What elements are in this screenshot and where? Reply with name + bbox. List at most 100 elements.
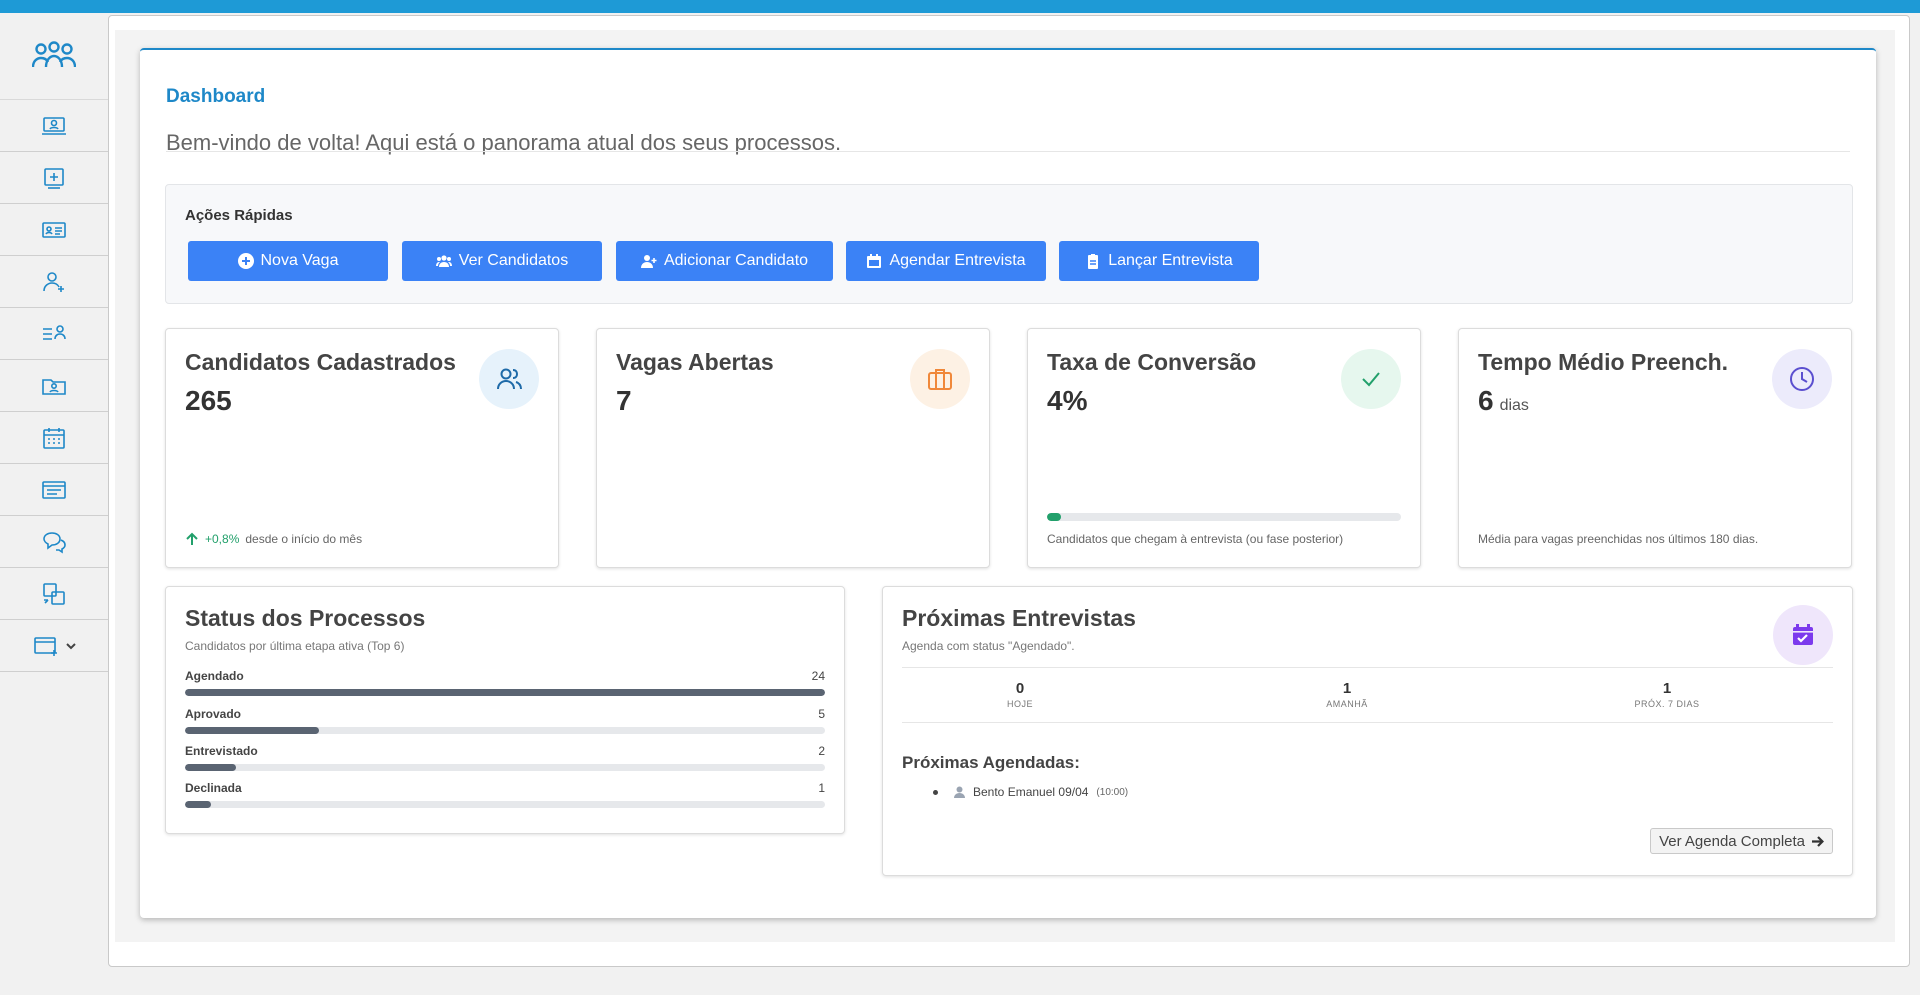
new-job-label: Nova Vaga [260, 252, 339, 269]
stat-card-avg-time: Tempo Médio Preench. 6 dias Média para va… [1458, 328, 1852, 568]
stat-icon-wrap [1341, 349, 1401, 409]
status-row-label: Agendado [185, 669, 244, 683]
view-candidates-label: Ver Candidatos [458, 252, 569, 269]
status-row-bar-fill [185, 801, 211, 808]
interview-name: Bento Emanuel 09/04 [973, 785, 1089, 799]
conversion-progress-fill [1047, 513, 1062, 521]
view-full-agenda-button[interactable]: Ver Agenda Completa [1650, 828, 1833, 854]
add-window-icon [44, 167, 64, 189]
launch-interview-button[interactable]: Lançar Entrevista [1059, 241, 1259, 281]
stat-foot-text: Candidatos que chegam à entrevista (ou f… [1047, 532, 1344, 546]
stat-value: 265 [185, 385, 232, 416]
user-add-icon [43, 271, 64, 292]
stat-title: Candidatos Cadastrados [185, 349, 456, 375]
status-row-value: 2 [818, 744, 825, 758]
calendar-icon [43, 427, 65, 449]
interviews-title: Próximas Entrevistas [902, 605, 1136, 631]
next-scheduled-title: Próximas Agendadas: [902, 753, 1080, 772]
schedule-interview-button[interactable]: Agendar Entrevista [846, 241, 1046, 281]
stat-title: Tempo Médio Preench. [1478, 349, 1729, 375]
interviews-subtitle: Agenda com status "Agendado". [902, 639, 1075, 653]
sidebar-item-laptop-user[interactable] [0, 100, 108, 152]
interview-counts: 0 HOJE 1 AMANHÃ 1 PRÓX. 7 DIAS [902, 667, 1833, 723]
stat-footer: Candidatos que chegam à entrevista (ou f… [1047, 532, 1343, 546]
sidebar-item-add-window[interactable] [0, 152, 108, 204]
sidebar-item-user-add[interactable] [0, 256, 108, 308]
schedule-interview-label: Agendar Entrevista [889, 252, 1026, 269]
users-icon [497, 368, 522, 390]
card-add-icon [34, 636, 57, 656]
interviews-icon-wrap [1773, 605, 1833, 665]
stat-card-open-jobs: Vagas Abertas 7 [596, 328, 990, 568]
divider [166, 151, 1850, 152]
sidebar-item-document-list[interactable] [0, 464, 108, 516]
stat-icon-wrap [479, 349, 539, 409]
status-row: Aprovado 5 [185, 707, 825, 734]
sidebar-item-id-card[interactable] [0, 204, 108, 256]
stat-icon-wrap [910, 349, 970, 409]
document-list-icon [42, 480, 66, 499]
upcoming-interviews-card: Próximas Entrevistas Agenda com status "… [882, 586, 1853, 876]
status-subtitle: Candidatos por última etapa ativa (Top 6… [185, 639, 405, 653]
dashboard-card: Dashboard Bem-vindo de volta! Aqui está … [140, 48, 1876, 918]
view-candidates-button[interactable]: Ver Candidatos [402, 241, 602, 281]
user-list-icon [43, 324, 66, 340]
list-item[interactable]: Bento Emanuel 09/04 (10:00) [933, 785, 1128, 799]
add-candidate-label: Adicionar Candidato [663, 252, 809, 269]
status-row-label: Entrevistado [185, 744, 258, 758]
status-row-value: 1 [818, 781, 825, 795]
laptop-user-icon [42, 116, 66, 135]
stat-change: +0,8% [205, 532, 240, 546]
new-job-button[interactable]: Nova Vaga [188, 241, 388, 281]
status-row-bar [185, 727, 825, 734]
clock-icon [1790, 367, 1814, 391]
count-tomorrow: 1 AMANHÃ [1287, 680, 1407, 709]
status-row-bar-fill [185, 689, 825, 696]
swap-icon [43, 582, 65, 605]
status-row: Agendado 24 [185, 669, 825, 696]
status-row-value: 24 [811, 669, 825, 683]
clipboard-icon [1088, 254, 1099, 269]
bullet [933, 789, 938, 795]
user-plus-icon [640, 255, 657, 268]
sidebar-item-user-list[interactable] [0, 308, 108, 360]
top-accent-bar [0, 0, 1920, 13]
briefcase-icon [928, 369, 952, 390]
status-row-bar-fill [185, 764, 237, 771]
status-row-bar [185, 801, 825, 808]
interview-time: (10:00) [1096, 786, 1129, 798]
stat-card-conversion: Taxa de Conversão 4% Candidatos que cheg… [1027, 328, 1421, 568]
status-row-bar-fill [185, 727, 320, 734]
users-group-icon [32, 41, 76, 68]
view-full-agenda-label: Ver Agenda Completa [1659, 832, 1805, 850]
count-label: AMANHÃ [1326, 699, 1368, 709]
stat-value-wrap: 6 dias [1478, 385, 1529, 417]
sidebar-item-card-add[interactable] [0, 620, 108, 672]
count-value: 0 [1015, 680, 1025, 697]
stat-value: 6 [1478, 385, 1494, 416]
folder-user-icon [42, 378, 66, 395]
status-title: Status dos Processos [185, 605, 426, 631]
count-label: PRÓX. 7 DIAS [1634, 699, 1700, 709]
users-icon [435, 255, 452, 267]
welcome-text: Bem-vindo de volta! Aqui está o panorama… [166, 130, 842, 155]
calendar-icon [867, 254, 882, 268]
sidebar-item-swap[interactable] [0, 568, 108, 620]
sidebar-item-folder-user[interactable] [0, 360, 108, 412]
count-today: 0 HOJE [960, 680, 1080, 709]
arrow-right-icon [1812, 835, 1824, 847]
status-row-bar [185, 689, 825, 696]
sidebar-item-calendar[interactable] [0, 412, 108, 464]
status-row-label: Declinada [185, 781, 242, 795]
launch-interview-label: Lançar Entrevista [1108, 252, 1233, 269]
stat-value: 4% [1047, 385, 1088, 416]
arrow-up-icon [186, 532, 198, 545]
status-row: Declinada 1 [185, 781, 825, 808]
page-title: Dashboard [166, 86, 266, 107]
status-row-bar [185, 764, 825, 771]
sidebar-item-chat[interactable] [0, 516, 108, 568]
add-candidate-button[interactable]: Adicionar Candidato [616, 241, 833, 281]
plus-circle-icon [237, 253, 254, 269]
sidebar-logo[interactable] [0, 13, 108, 100]
stat-footer: Média para vagas preenchidas nos últimos… [1478, 532, 1758, 546]
